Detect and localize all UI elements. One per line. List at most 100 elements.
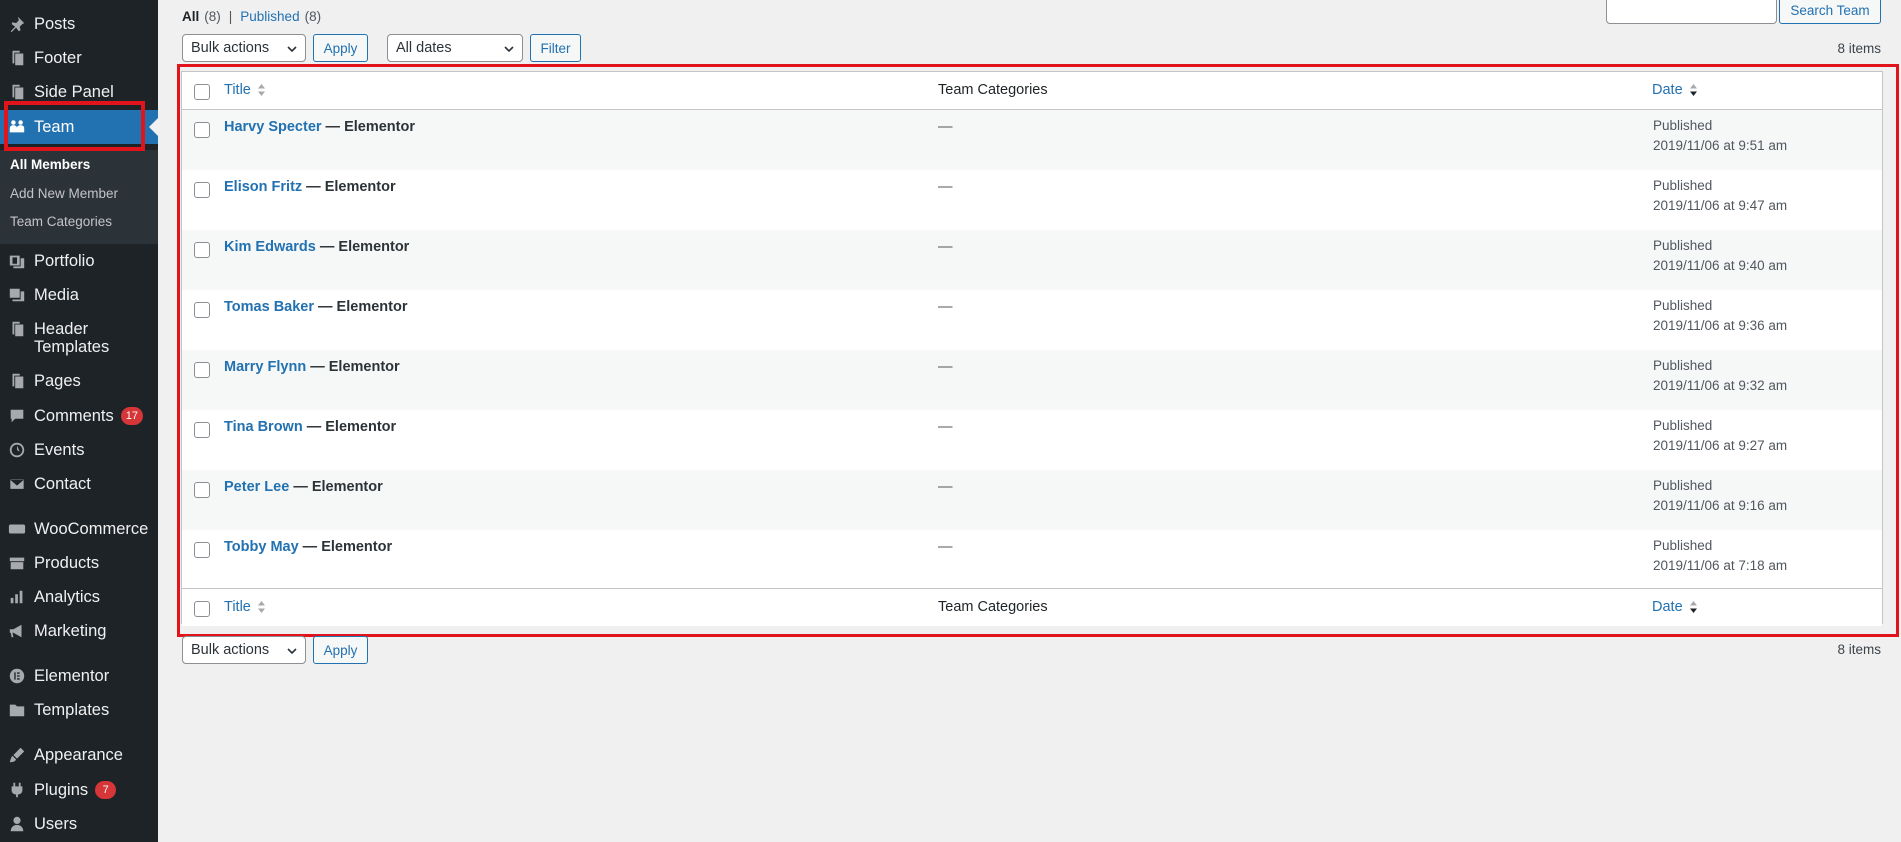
column-categories: Team Categories (938, 82, 1048, 98)
bulk-actions-select-bottom[interactable]: Bulk actions (182, 636, 306, 664)
member-link[interactable]: Harvy Specter (224, 119, 322, 135)
member-link[interactable]: Tomas Baker (224, 299, 314, 315)
row-title: Kim Edwards — Elementor (224, 239, 409, 255)
row-checkbox[interactable] (194, 362, 210, 378)
menu-label: Users (34, 815, 78, 833)
filter-button[interactable]: Filter (530, 34, 581, 62)
table-row: Tomas Baker — Elementor — Published 2019… (182, 290, 1882, 350)
row-title: Harvy Specter — Elementor (224, 119, 415, 135)
bulk-actions-select-top[interactable]: Bulk actions (182, 34, 306, 62)
row-datetime: 2019/11/06 at 9:36 am (1653, 318, 1788, 333)
select-all-checkbox[interactable] (194, 84, 210, 100)
submenu-add-new-member[interactable]: Add New Member (10, 186, 118, 201)
menu-item-woocommerce[interactable]: WooCommerce (0, 512, 158, 546)
table-row: Peter Lee — Elementor — Published 2019/1… (182, 470, 1882, 530)
row-checkbox[interactable] (194, 302, 210, 318)
column-date-label: Date (1652, 599, 1683, 615)
menu-item-analytics[interactable]: Analytics (0, 580, 158, 614)
menu-item-users[interactable]: Users (0, 807, 158, 841)
chevron-down-icon (504, 46, 514, 53)
row-datetime: 2019/11/06 at 9:32 am (1653, 378, 1788, 393)
members-table: Title Team Categories Date Harvy Specter… (181, 71, 1883, 626)
row-category: — (938, 299, 953, 315)
menu-item-header-templates[interactable]: Header Templates (0, 320, 158, 364)
column-title-sort[interactable]: Title (224, 82, 266, 98)
view-separator: | (228, 9, 233, 24)
row-checkbox[interactable] (194, 422, 210, 438)
menu-item-comments[interactable]: Comments 17 (0, 399, 158, 433)
items-count-top: 8 items (1837, 41, 1881, 56)
row-category: — (938, 239, 953, 255)
megaphone-icon (0, 622, 34, 640)
member-link[interactable]: Peter Lee (224, 479, 289, 495)
row-status: Published (1653, 178, 1713, 193)
row-title-suffix: — Elementor (302, 419, 397, 435)
dates-select[interactable]: All dates (387, 34, 523, 62)
menu-label: Templates (34, 701, 110, 719)
team-submenu: All Members Add New Member Team Categori… (0, 150, 158, 244)
table-footer: Title Team Categories Date (182, 588, 1882, 626)
page-icon (0, 372, 34, 390)
products-icon (0, 554, 34, 572)
column-categories-bottom: Team Categories (938, 599, 1048, 615)
menu-item-events[interactable]: Events (0, 433, 158, 467)
member-link[interactable]: Kim Edwards (224, 239, 316, 255)
menu-item-elementor[interactable]: Elementor (0, 659, 158, 693)
menu-item-footer[interactable]: Footer (0, 41, 158, 75)
media-icon (0, 286, 34, 304)
row-checkbox[interactable] (194, 242, 210, 258)
row-title-suffix: — Elementor (298, 539, 393, 555)
select-all-checkbox-bottom[interactable] (194, 601, 210, 617)
menu-label: Plugins (34, 781, 89, 799)
column-title-label: Title (224, 599, 251, 615)
table-row: Marry Flynn — Elementor — Published 2019… (182, 350, 1882, 410)
apply-button-top[interactable]: Apply (313, 34, 368, 62)
menu-label: Marketing (34, 622, 107, 640)
search-input[interactable] (1606, 0, 1777, 24)
row-checkbox[interactable] (194, 122, 210, 138)
column-title-sort-bottom[interactable]: Title (224, 599, 266, 615)
menu-item-side-panel[interactable]: Side Panel (0, 75, 158, 109)
menu-label: Header Templates (34, 320, 109, 356)
menu-item-pages[interactable]: Pages (0, 364, 158, 398)
folder-icon (0, 701, 34, 719)
menu-item-media[interactable]: Media (0, 278, 158, 312)
menu-label: Footer (34, 49, 82, 67)
row-title: Tomas Baker — Elementor (224, 299, 407, 315)
menu-item-products[interactable]: Products (0, 546, 158, 580)
menu-label: Side Panel (34, 83, 114, 101)
row-datetime: 2019/11/06 at 9:27 am (1653, 438, 1788, 453)
menu-item-contact[interactable]: Contact (0, 467, 158, 501)
row-status: Published (1653, 358, 1713, 373)
page-icon (0, 320, 34, 338)
apply-button-bottom[interactable]: Apply (313, 636, 368, 664)
member-link[interactable]: Tina Brown (224, 419, 303, 435)
menu-label: WooCommerce (34, 520, 149, 538)
view-published[interactable]: Published (240, 9, 299, 24)
member-link[interactable]: Tobby May (224, 539, 299, 555)
submenu-team-categories[interactable]: Team Categories (10, 214, 112, 229)
member-link[interactable]: Marry Flynn (224, 359, 306, 375)
menu-item-plugins[interactable]: Plugins 7 (0, 773, 158, 807)
row-checkbox[interactable] (194, 542, 210, 558)
menu-item-portfolio[interactable]: Portfolio (0, 244, 158, 278)
row-checkbox[interactable] (194, 482, 210, 498)
menu-item-posts[interactable]: Posts (0, 7, 158, 41)
row-checkbox[interactable] (194, 182, 210, 198)
menu-label: Posts (34, 15, 76, 33)
menu-item-marketing[interactable]: Marketing (0, 614, 158, 648)
plugin-icon (0, 781, 34, 799)
menu-item-appearance[interactable]: Appearance (0, 738, 158, 772)
column-title-label: Title (224, 82, 251, 98)
view-filters: All (8) | Published (8) (182, 9, 321, 24)
analytics-icon (0, 588, 34, 606)
column-date-sort[interactable]: Date (1652, 82, 1698, 98)
submenu-all-members[interactable]: All Members (10, 157, 90, 172)
menu-item-team[interactable]: Team (0, 110, 158, 144)
member-link[interactable]: Elison Fritz (224, 179, 302, 195)
view-all[interactable]: All (182, 9, 199, 24)
column-date-sort-bottom[interactable]: Date (1652, 599, 1698, 615)
search-team-button[interactable]: Search Team (1779, 0, 1881, 24)
menu-item-templates[interactable]: Templates (0, 693, 158, 727)
row-title: Peter Lee — Elementor (224, 479, 383, 495)
